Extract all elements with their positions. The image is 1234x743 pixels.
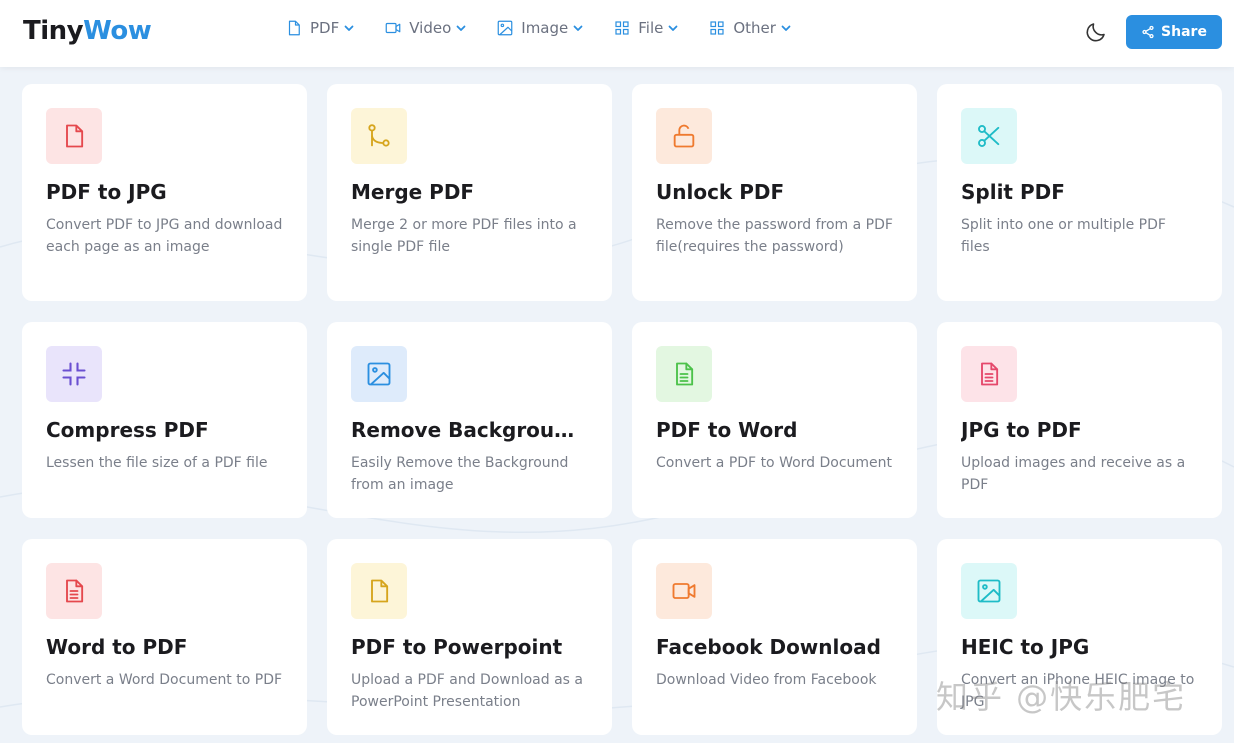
- nav-item-file[interactable]: File: [613, 19, 678, 37]
- merge-icon: [351, 108, 407, 164]
- tool-card-title: Merge PDF: [351, 180, 475, 204]
- tool-card-pdf-to-jpg[interactable]: PDF to JPG Convert PDF to JPG and downloa…: [22, 84, 307, 301]
- document-icon: [961, 346, 1017, 402]
- video-icon: [384, 19, 402, 37]
- chevron-down-icon: [668, 23, 678, 33]
- brand-logo[interactable]: TinyWow: [23, 16, 152, 46]
- tool-card-title: JPG to PDF: [961, 418, 1082, 442]
- tool-card-word-to-pdf[interactable]: Word to PDF Convert a Word Document to PD…: [22, 539, 307, 735]
- share-button-label: Share: [1161, 24, 1207, 40]
- brand-logo-part2: Wow: [83, 16, 152, 46]
- file-icon: [285, 19, 303, 37]
- tool-card-description: Remove the password from a PDF file(requ…: [656, 217, 893, 255]
- nav-item-label: Image: [521, 19, 569, 37]
- tool-card-title: Facebook Download: [656, 635, 881, 659]
- image-icon: [961, 563, 1017, 619]
- file-icon: [46, 108, 102, 164]
- nav-item-other[interactable]: Other: [708, 19, 791, 37]
- tool-card-title: Compress PDF: [46, 418, 209, 442]
- tool-card-description: Lessen the file size of a PDF file: [46, 455, 268, 471]
- share-button[interactable]: Share: [1126, 15, 1222, 49]
- tool-card-title: Word to PDF: [46, 635, 188, 659]
- tools-grid: PDF to JPG Convert PDF to JPG and downloa…: [22, 84, 1222, 735]
- tool-card-description: Convert a Word Document to PDF: [46, 672, 283, 688]
- tool-card-pdf-to-powerpoint[interactable]: PDF to Powerpoint Upload a PDF and Downlo…: [327, 539, 612, 735]
- tool-card-title: Unlock PDF: [656, 180, 785, 204]
- grid-icon: [708, 19, 726, 37]
- tool-card-description: Merge 2 or more PDF files into a single …: [351, 217, 577, 255]
- moon-icon[interactable]: [1084, 20, 1108, 44]
- image-icon: [496, 19, 514, 37]
- tool-card-description: Download Video from Facebook: [656, 672, 877, 688]
- tool-card-split-pdf[interactable]: Split PDF Split into one or multiple PDF …: [937, 84, 1222, 301]
- tool-card-description: Easily Remove the Background from an ima…: [351, 455, 569, 493]
- file-icon: [351, 563, 407, 619]
- tool-card-merge-pdf[interactable]: Merge PDF Merge 2 or more PDF files into …: [327, 84, 612, 301]
- nav-item-label: File: [638, 19, 664, 37]
- tool-card-description: Upload a PDF and Download as a PowerPoin…: [351, 672, 583, 710]
- tool-card-pdf-to-word[interactable]: PDF to Word Convert a PDF to Word Documen…: [632, 322, 917, 518]
- nav-item-label: Other: [733, 19, 776, 37]
- document-icon: [46, 563, 102, 619]
- chevron-down-icon: [781, 23, 791, 33]
- tool-card-title: PDF to Word: [656, 418, 798, 442]
- tool-card-remove-background-from-image[interactable]: Remove Background from Image Easily Remov…: [327, 322, 612, 518]
- top-header: TinyWow PDF Video Image File Other Share: [0, 0, 1234, 67]
- tool-card-description: Upload images and receive as a PDF: [961, 455, 1186, 493]
- tool-card-description: Convert PDF to JPG and download each pag…: [46, 217, 283, 255]
- tool-card-compress-pdf[interactable]: Compress PDF Lessen the file size of a PD…: [22, 322, 307, 518]
- chevron-down-icon: [456, 23, 466, 33]
- compress-icon: [46, 346, 102, 402]
- share-icon: [1142, 25, 1154, 39]
- nav-item-label: Video: [409, 19, 452, 37]
- nav-item-image[interactable]: Image: [496, 19, 583, 37]
- nav-item-pdf[interactable]: PDF: [285, 19, 354, 37]
- unlock-icon: [656, 108, 712, 164]
- tool-card-title: PDF to JPG: [46, 180, 167, 204]
- document-icon: [656, 346, 712, 402]
- tool-card-description: Convert a PDF to Word Document: [656, 455, 893, 471]
- nav-item-video[interactable]: Video: [384, 19, 466, 37]
- tool-card-unlock-pdf[interactable]: Unlock PDF Remove the password from a PDF…: [632, 84, 917, 301]
- tool-card-title: Remove Background from Image: [351, 418, 588, 442]
- tool-card-facebook-download[interactable]: Facebook Download Download Video from Fac…: [632, 539, 917, 735]
- tool-card-jpg-to-pdf[interactable]: JPG to PDF Upload images and receive as a…: [937, 322, 1222, 518]
- tool-card-title: Split PDF: [961, 180, 1065, 204]
- chevron-down-icon: [573, 23, 583, 33]
- grid-icon: [613, 19, 631, 37]
- chevron-down-icon: [344, 23, 354, 33]
- video-icon: [656, 563, 712, 619]
- tool-card-title: PDF to Powerpoint: [351, 635, 563, 659]
- main-nav: PDF Video Image File Other: [285, 19, 821, 37]
- image-icon: [351, 346, 407, 402]
- tool-card-description: Split into one or multiple PDF files: [961, 217, 1166, 255]
- brand-logo-part1: Tiny: [23, 16, 84, 46]
- scissors-icon: [961, 108, 1017, 164]
- nav-item-label: PDF: [310, 19, 340, 37]
- tool-card-title: HEIC to JPG: [961, 635, 1090, 659]
- watermark-text: 知乎 @快乐肥宅: [936, 678, 1187, 716]
